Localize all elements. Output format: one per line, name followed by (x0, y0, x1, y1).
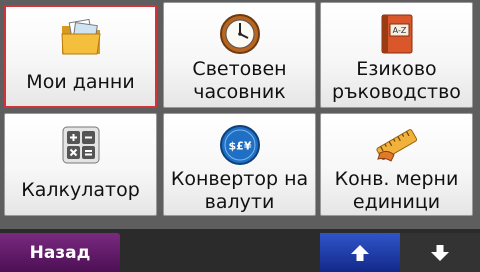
calculator-icon (5, 122, 156, 168)
dictionary-book-icon: A-Z (321, 11, 472, 57)
folder-icon (6, 15, 155, 61)
unit-converter-tile[interactable]: Конв. мерни единици (320, 113, 473, 216)
back-button[interactable]: Назад (0, 233, 120, 272)
app-menu-grid: Мои данни Световен часовник A-Z Езиково … (0, 0, 480, 227)
world-clock-tile[interactable]: Световен часовник (163, 2, 316, 108)
tile-label: Конв. мерни единици (334, 167, 459, 213)
tile-label: Мои данни (26, 71, 135, 93)
arrow-up-icon (351, 244, 369, 261)
tile-label: Калкулатор (21, 179, 140, 201)
calculator-tile[interactable]: Калкулатор (4, 113, 157, 216)
my-data-tile[interactable]: Мои данни (4, 5, 157, 108)
language-guide-tile[interactable]: A-Z Езиково ръководство (320, 2, 473, 108)
scroll-down-button[interactable] (400, 233, 480, 272)
currency-converter-tile[interactable]: $£¥ Конвертор на валути (163, 113, 316, 216)
arrow-down-icon (431, 244, 449, 261)
dictionary-book-text: A-Z (392, 26, 406, 35)
tile-label: Световен часовник (192, 58, 287, 103)
tile-label: Езиково ръководство (332, 58, 461, 103)
tile-label: Конвертор на валути (170, 167, 309, 213)
clock-icon (164, 11, 315, 57)
scroll-up-button[interactable] (320, 233, 400, 272)
bottom-bar: Назад (0, 229, 480, 272)
ruler-icon (321, 122, 472, 168)
currency-icon-text: $£¥ (228, 140, 251, 153)
currency-icon: $£¥ (164, 122, 315, 168)
